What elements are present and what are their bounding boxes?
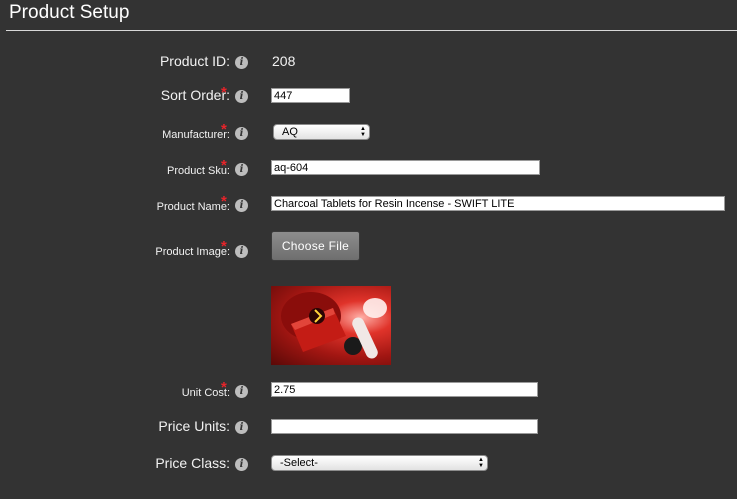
- sort-order-input[interactable]: [271, 88, 350, 103]
- product-image-preview: [271, 286, 391, 365]
- unit-cost-input[interactable]: [271, 382, 538, 397]
- product-name-label: Product Name:: [156, 201, 230, 213]
- price-units-input[interactable]: [271, 419, 538, 434]
- manufacturer-select[interactable]: AQ ▲ ▼: [273, 124, 370, 140]
- price-units-info-icon[interactable]: i: [235, 421, 248, 434]
- product-image-required-marker: *: [221, 238, 227, 255]
- price-class-select[interactable]: -Select- ▲ ▼: [271, 455, 488, 471]
- select-arrows-icon: ▲ ▼: [360, 126, 366, 138]
- sort-order-label: Sort Order:: [160, 87, 230, 103]
- sort-order-required-marker: *: [221, 84, 227, 101]
- product-sku-input[interactable]: [271, 160, 540, 175]
- choose-file-button[interactable]: Choose File: [271, 231, 360, 261]
- unit-cost-info-icon[interactable]: i: [235, 385, 248, 398]
- product-setup-page: Product Setup Product ID: i 208 Sort Ord…: [0, 0, 737, 499]
- unit-cost-required-marker: *: [221, 379, 227, 396]
- manufacturer-label: Manufacturer:: [162, 129, 230, 141]
- product-sku-required-marker: *: [221, 157, 227, 174]
- manufacturer-selected-value: AQ: [282, 126, 298, 138]
- manufacturer-required-marker: *: [221, 121, 227, 138]
- product-name-info-icon[interactable]: i: [235, 199, 248, 212]
- price-class-label: Price Class:: [155, 455, 230, 471]
- product-sku-info-icon[interactable]: i: [235, 163, 248, 176]
- product-image-info-icon[interactable]: i: [235, 245, 248, 258]
- sort-order-info-icon[interactable]: i: [235, 90, 248, 103]
- price-class-info-icon[interactable]: i: [235, 458, 248, 471]
- price-units-label: Price Units:: [158, 418, 230, 434]
- manufacturer-info-icon[interactable]: i: [235, 127, 248, 140]
- product-id-label: Product ID:: [159, 53, 230, 69]
- product-name-required-marker: *: [221, 193, 227, 210]
- product-id-value: 208: [272, 53, 296, 69]
- product-id-info-icon[interactable]: i: [235, 56, 248, 69]
- price-class-selected-value: -Select-: [280, 457, 318, 469]
- charcoal-product-photo: [281, 292, 387, 359]
- product-image-label: Product Image:: [155, 246, 230, 258]
- product-name-input[interactable]: [271, 196, 725, 211]
- select-arrows-icon: ▲ ▼: [478, 457, 484, 469]
- page-title: Product Setup: [9, 2, 130, 23]
- title-divider: [6, 30, 737, 31]
